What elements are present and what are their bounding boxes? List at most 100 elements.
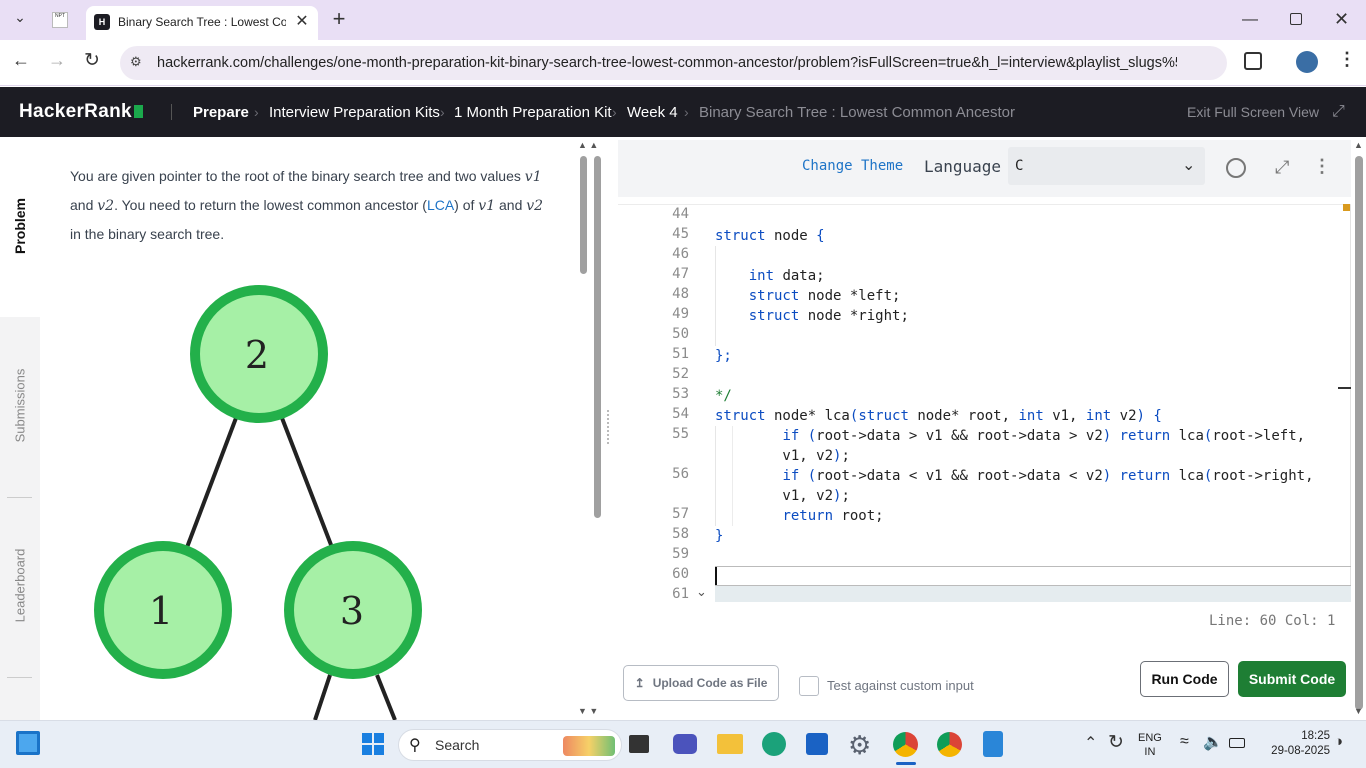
submit-code-button[interactable]: Submit Code [1238, 661, 1346, 697]
scroll-down-arrow-icon[interactable]: ▼ [1354, 706, 1363, 716]
new-tab-icon[interactable]: + [328, 8, 350, 30]
profile-avatar[interactable] [1296, 51, 1318, 73]
hackerrank-logo[interactable]: HackerRank [19, 101, 143, 123]
taskbar-search-box[interactable]: ⚲ Search [398, 729, 622, 761]
sync-icon[interactable]: ↻ [1108, 731, 1124, 754]
editor-menu-icon[interactable]: ⋮ [1313, 156, 1331, 177]
breadcrumb-week[interactable]: Week 4 [627, 104, 678, 121]
battery-icon[interactable] [1229, 738, 1245, 748]
language-indicator[interactable]: ENG IN [1138, 731, 1162, 759]
side-tab-problem[interactable]: Problem [12, 186, 28, 266]
editor-scroll-marker [1343, 204, 1350, 211]
scroll-up-arrow-icon[interactable]: ▲ ▲ [578, 140, 598, 150]
notification-icon[interactable]: ◑ [1334, 733, 1343, 750]
site-info-icon[interactable]: ⚙ [130, 54, 146, 70]
task-view-icon[interactable] [629, 735, 649, 753]
exit-fullscreen-link[interactable]: Exit Full Screen View [1187, 104, 1319, 120]
show-hidden-icons[interactable]: ⌃ [1084, 733, 1097, 753]
minimize-icon[interactable]: — [1242, 11, 1258, 28]
line-number: 49 [672, 306, 689, 322]
var-v2: v2 [526, 198, 544, 214]
problem-line-2: and v2. You need to return the lowest co… [70, 191, 570, 220]
chrome-profile-icon[interactable] [937, 732, 962, 757]
notepad-icon[interactable] [983, 731, 1003, 757]
scroll-thumb[interactable] [1355, 156, 1363, 710]
code-line: struct node* lca(struct node* root, int … [715, 408, 1162, 424]
side-tab-leaderboard[interactable]: Leaderboard [13, 541, 28, 631]
clock[interactable]: 18:25 29-08-2025 [1254, 729, 1330, 759]
active-tab[interactable]: H Binary Search Tree : Lowest Com ✕ [86, 6, 318, 40]
problem-scrollbar[interactable]: ▲ ▲ ▼ ▼ [578, 140, 604, 720]
page-scrollbar[interactable]: ▲ ▼ [1352, 140, 1366, 720]
change-theme-link[interactable]: Change Theme [802, 158, 903, 174]
store-icon[interactable] [806, 733, 828, 755]
problem-line-1: You are given pointer to the root of the… [70, 162, 570, 191]
run-code-button[interactable]: Run Code [1140, 661, 1229, 697]
forward-icon[interactable]: → [48, 50, 66, 71]
lang-region: IN [1144, 746, 1156, 758]
upload-code-button[interactable]: ↥ Upload Code as File [623, 665, 779, 701]
line-number: 57 [672, 506, 689, 522]
breadcrumb-prepare[interactable]: Prepare [193, 104, 249, 121]
inactive-tab-favicon-icon[interactable]: NPT [52, 12, 68, 28]
tree-edge [184, 417, 238, 551]
tree-node-label: 1 [149, 589, 173, 633]
file-explorer-icon[interactable] [717, 734, 743, 754]
extensions-icon[interactable] [1244, 52, 1262, 70]
restore-code-icon[interactable] [1226, 158, 1246, 178]
volume-icon[interactable]: 🔈 [1203, 732, 1223, 752]
scroll-thumb[interactable] [580, 156, 587, 274]
line-number: 56 [672, 466, 689, 482]
edge-icon[interactable] [762, 732, 786, 756]
breadcrumb-month-kit[interactable]: 1 Month Preparation Kit [454, 104, 612, 121]
start-windows-icon[interactable] [362, 733, 384, 755]
language-value: C [1015, 158, 1024, 174]
problem-line-3: in the binary search tree. [70, 226, 225, 242]
back-icon[interactable]: ← [12, 50, 30, 71]
taskbar-search-label: Search [435, 737, 480, 753]
upload-icon: ↥ [634, 676, 645, 690]
scroll-up-arrow-icon[interactable]: ▲ [1354, 140, 1363, 150]
code-line: int data; [748, 268, 825, 284]
chrome-menu-icon[interactable]: ⋮ [1338, 49, 1356, 70]
fold-chevron-icon[interactable]: ⌄ [696, 584, 707, 600]
widgets-icon[interactable] [16, 731, 40, 755]
problem-text: You are given pointer to the root of the… [70, 168, 525, 184]
url-bar[interactable]: ⚙ hackerrank.com/challenges/one-month-pr… [120, 46, 1227, 80]
scroll-down-arrow-icon[interactable]: ▼ ▼ [578, 706, 598, 716]
browser-tab-bar: ⌄ NPT H Binary Search Tree : Lowest Com … [0, 0, 1366, 40]
side-tab-submissions[interactable]: Submissions [13, 361, 28, 451]
url-text: hackerrank.com/challenges/one-month-prep… [157, 55, 1177, 71]
reload-icon[interactable]: ↻ [84, 49, 100, 72]
breadcrumb-chevron-icon: › [612, 104, 617, 120]
custom-input-label[interactable]: Test against custom input [827, 678, 974, 693]
wifi-icon[interactable]: ≈ [1180, 733, 1189, 751]
exit-fullscreen-icon[interactable]: ⤢ [1332, 103, 1345, 121]
custom-input-checkbox[interactable] [799, 676, 819, 696]
settings-gear-icon[interactable]: ⚙ [848, 730, 871, 761]
breadcrumb-interview-kits[interactable]: Interview Preparation Kits [269, 104, 440, 121]
code-line: */ [715, 388, 732, 404]
windows-taskbar: ⚲ Search ⚙ ⌃ ↻ ENG IN ≈ 🔈 18:25 29-08-20… [0, 720, 1366, 768]
language-select[interactable]: C ⌄ [1008, 147, 1205, 185]
chrome-icon[interactable] [893, 732, 918, 757]
close-tab-icon[interactable]: ✕ [292, 11, 312, 31]
restore-icon[interactable] [1290, 13, 1302, 25]
scroll-thumb[interactable] [594, 156, 601, 518]
pane-resize-handle[interactable] [607, 410, 611, 444]
editor-fullscreen-icon[interactable]: ⤢ [1275, 157, 1289, 178]
line-number: 44 [672, 206, 689, 222]
upload-code-label: Upload Code as File [652, 676, 768, 690]
line-number: 51 [672, 346, 689, 362]
active-app-indicator [896, 762, 916, 765]
close-window-icon[interactable]: ✕ [1334, 9, 1352, 29]
line-number: 58 [672, 526, 689, 542]
tab-list-chevron-icon[interactable]: ⌄ [8, 9, 32, 31]
meet-icon[interactable] [673, 734, 697, 754]
language-label: Language [924, 157, 1002, 176]
lca-link[interactable]: LCA [427, 197, 454, 213]
